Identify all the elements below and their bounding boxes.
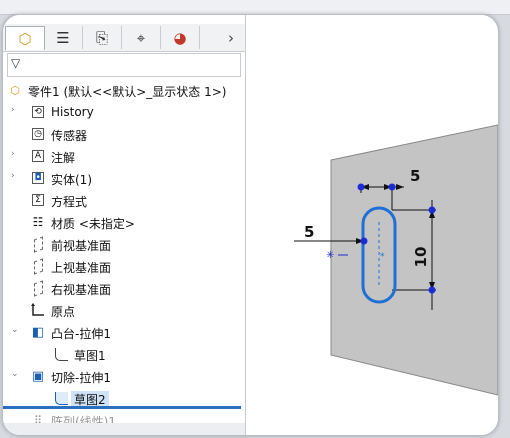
tree-item-label: 原点 — [51, 305, 76, 319]
feature-manager-panel: ⬡ ☰ ⎘ ⌖ ◕ › ▽ ⬡ 零件1 (默认<<默认>_显示状态 1>) › … — [3, 15, 246, 435]
dimension-top-label[interactable]: 5 — [410, 167, 420, 185]
tree-item-label: 实体(1) — [51, 173, 92, 187]
tree-item-label: 右视基准面 — [51, 283, 112, 297]
sketch-point[interactable] — [360, 237, 368, 245]
tree-item-label: 前视基准面 — [51, 239, 112, 253]
tree-item-history[interactable]: › ⟲ History — [3, 101, 245, 123]
dimxpert-tab[interactable]: ⌖ — [122, 26, 161, 49]
tree-item-sketch1[interactable]: 草图1 — [3, 343, 245, 365]
model-viewport: * ✳ 5 5 10 — [294, 124, 498, 396]
tree-item-label: 材质 <未指定> — [51, 217, 135, 231]
equation-icon: Σ — [30, 192, 46, 208]
color-wheel-icon: ◕ — [173, 28, 187, 47]
configuration-icon: ⎘ — [95, 28, 108, 47]
tree-item-right-plane[interactable]: 右视基准面 — [3, 277, 245, 299]
plane-icon — [30, 279, 46, 297]
sketch-point[interactable] — [388, 183, 396, 191]
tree-item-label: 上视基准面 — [51, 261, 112, 275]
tree-item-equations[interactable]: Σ 方程式 — [3, 189, 245, 211]
title-strip — [0, 0, 510, 15]
origin-marker-icon: ✳ — [326, 250, 334, 261]
tree-item-sensors[interactable]: ◷ 传感器 — [3, 123, 245, 145]
property-manager-tab[interactable]: ☰ — [44, 26, 83, 49]
origin-icon — [30, 302, 46, 318]
sketch-point[interactable] — [428, 286, 436, 294]
sketch-center-mark: * — [380, 252, 385, 262]
funnel-icon: ▽ — [11, 56, 21, 70]
dimension-left-label[interactable]: 5 — [304, 223, 314, 241]
tree-item-label: 切除-拉伸1 — [51, 371, 111, 385]
collapse-arrow-icon[interactable]: ⌄ — [11, 325, 21, 335]
feature-manager-tab[interactable]: ⬡ — [5, 26, 45, 50]
material-icon: ☷ — [32, 215, 44, 229]
tree-item-label: 方程式 — [51, 195, 88, 209]
tree-item-front-plane[interactable]: 前视基准面 — [3, 233, 245, 255]
tree-item-label: 传感器 — [51, 129, 88, 143]
tree-item-annotations[interactable]: › A 注解 — [3, 145, 245, 167]
tree-item-boss-extrude1[interactable]: ⌄ ◧ 凸台-拉伸1 — [3, 321, 245, 343]
plane-icon — [30, 257, 46, 275]
tree-item-label: 注解 — [51, 151, 76, 165]
expand-arrow-icon[interactable]: › — [11, 171, 21, 181]
solid-body-icon: ◘ — [30, 170, 46, 186]
tree-item-label: History — [51, 105, 94, 119]
part-icon: ⬡ — [10, 83, 20, 97]
crosshair-icon: ⌖ — [136, 28, 146, 47]
solidworks-window: ⬡ ☰ ⎘ ⌖ ◕ › ▽ ⬡ 零件1 (默认<<默认>_显示状态 1>) › … — [2, 14, 499, 436]
tree-item-solid-bodies[interactable]: › ◘ 实体(1) — [3, 167, 245, 189]
tabs-more-button[interactable]: › — [221, 27, 241, 49]
tree-item-label: 凸台-拉伸1 — [51, 327, 111, 341]
property-list-icon: ☰ — [56, 28, 70, 47]
tree-item-cut-extrude1[interactable]: ⌄ ▣ 切除-拉伸1 — [3, 365, 245, 387]
configuration-manager-tab[interactable]: ⎘ — [83, 26, 122, 49]
expand-arrow-icon[interactable]: › — [11, 149, 21, 159]
collapse-arrow-icon[interactable]: ⌄ — [11, 369, 21, 379]
horizontal-scrollbar[interactable] — [3, 423, 245, 435]
dimension-right-label[interactable]: 10 — [412, 247, 430, 268]
manager-tab-bar: ⬡ ☰ ⎘ ⌖ ◕ › — [3, 24, 245, 52]
tree-filter-input[interactable]: ▽ — [7, 53, 241, 77]
plane-icon — [30, 235, 46, 253]
sketch-icon — [53, 346, 69, 362]
history-icon: ⟲ — [30, 104, 46, 120]
tree-item-origin[interactable]: 原点 — [3, 299, 245, 321]
tree-root[interactable]: ⬡ 零件1 (默认<<默认>_显示状态 1>) — [3, 79, 245, 101]
graphics-area[interactable]: * ✳ 5 5 10 — [246, 15, 498, 435]
tree-item-material[interactable]: ☷ 材质 <未指定> — [3, 211, 245, 233]
expand-arrow-icon[interactable]: › — [11, 105, 21, 115]
chevron-right-icon: › — [228, 29, 234, 47]
part-cube-icon: ⬡ — [18, 29, 32, 48]
sketch-icon — [53, 390, 69, 406]
annotation-icon: A — [30, 148, 46, 164]
sensor-icon: ◷ — [30, 126, 46, 142]
sketch-point[interactable] — [357, 183, 365, 191]
display-manager-tab[interactable]: ◕ — [161, 26, 200, 49]
tree-item-label: 草图1 — [74, 349, 106, 363]
tree-root-label: 零件1 (默认<<默认>_显示状态 1>) — [28, 85, 227, 99]
rollback-bar[interactable] — [3, 406, 241, 409]
sketch-point[interactable] — [428, 206, 436, 214]
cut-extrude-icon: ▣ — [31, 368, 45, 384]
tree-item-top-plane[interactable]: 上视基准面 — [3, 255, 245, 277]
boss-extrude-icon: ◧ — [31, 324, 45, 340]
